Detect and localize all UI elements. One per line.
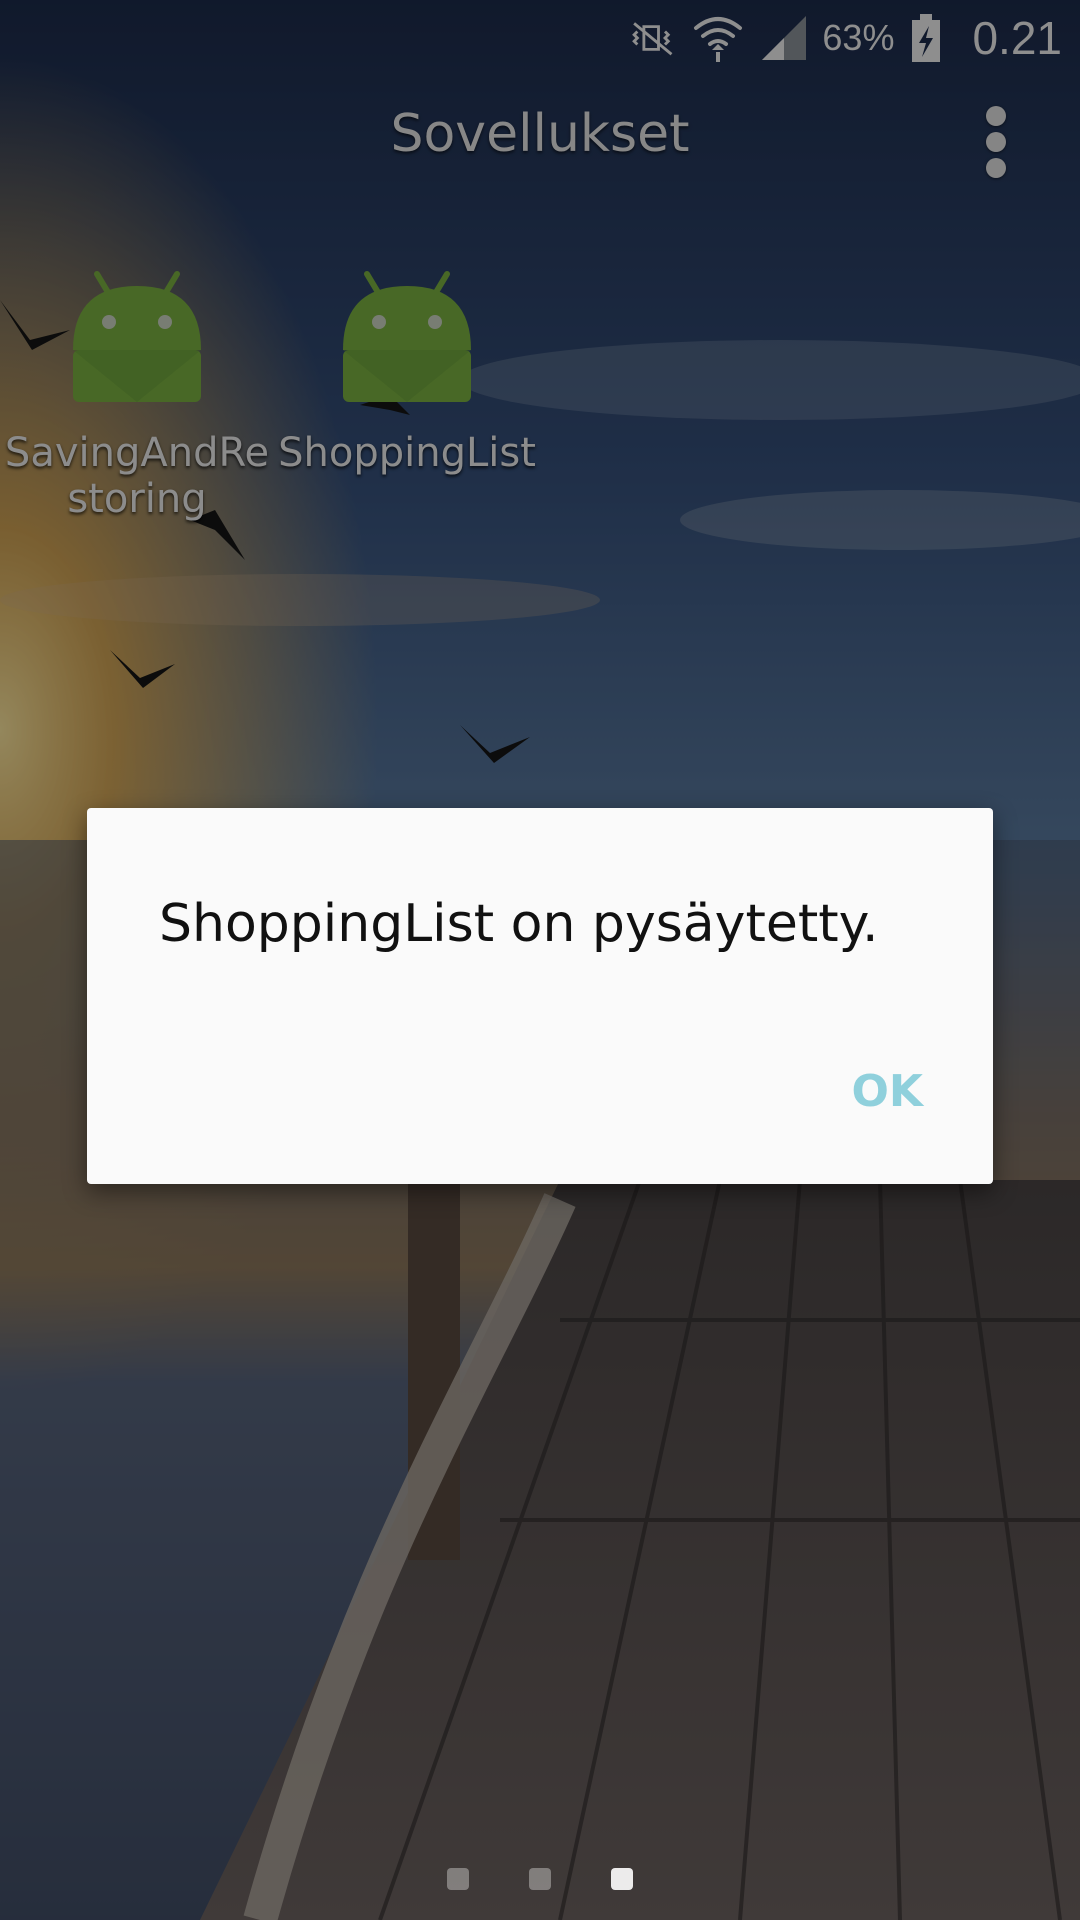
alert-dialog: ShoppingList on pysäytetty. OK	[87, 808, 993, 1184]
dialog-message: ShoppingList on pysäytetty.	[159, 894, 879, 954]
page-dot[interactable]	[447, 1868, 469, 1890]
page-indicator	[0, 1868, 1080, 1890]
page-dot[interactable]	[529, 1868, 551, 1890]
page-dot-active[interactable]	[611, 1868, 633, 1890]
ok-button[interactable]: OK	[842, 1060, 934, 1123]
